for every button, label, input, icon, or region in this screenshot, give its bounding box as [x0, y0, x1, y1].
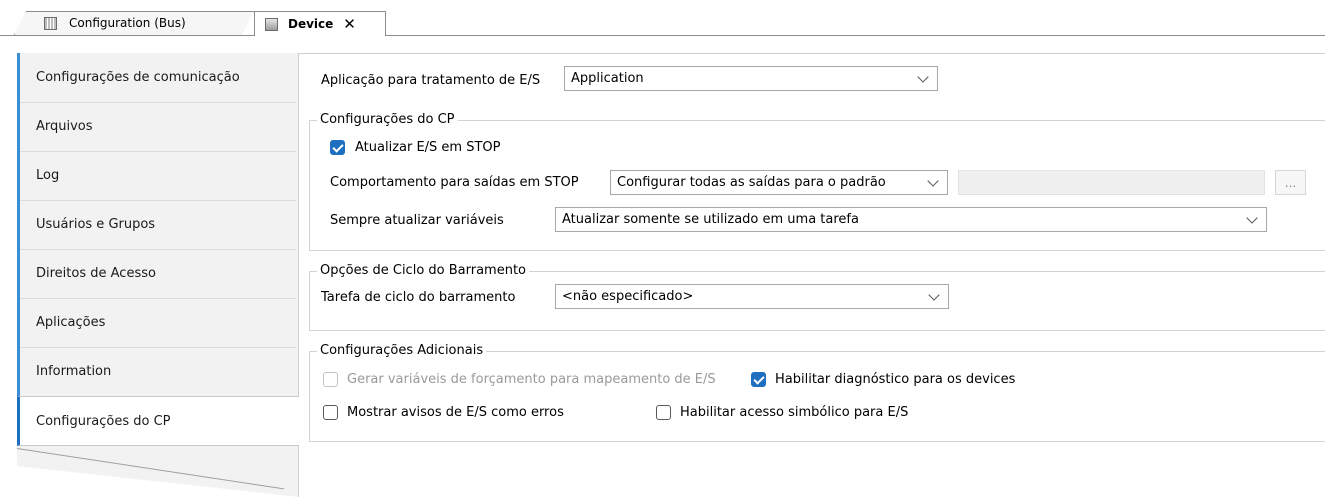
close-icon[interactable]: ✕ [343, 15, 356, 33]
sidebar-item-label: Information [36, 364, 112, 379]
tab-label: Configuration (Bus) [69, 16, 186, 30]
sidebar-item-users-groups[interactable]: Usuários e Grupos [17, 200, 299, 249]
bus-cycle-title: Opções de Ciclo do Barramento [317, 263, 530, 278]
app-io-value: Application [571, 71, 644, 86]
sidebar-item-applications[interactable]: Aplicações [17, 298, 299, 347]
sidebar-item-cp-settings[interactable]: Configurações do CP [17, 396, 299, 446]
symbolic-access-checkbox[interactable] [656, 405, 671, 420]
force-vars-label: Gerar variáveis de forçamento para mapea… [347, 372, 716, 387]
chevron-down-icon [927, 175, 939, 187]
bus-cycle-task-select[interactable]: <não especificado> [555, 284, 949, 309]
tab-device[interactable]: Device ✕ [254, 11, 386, 36]
always-update-value: Atualizar somente se utilizado em uma ta… [562, 212, 859, 227]
update-io-stop-label: Atualizar E/S em STOP [355, 140, 501, 155]
outputs-stop-value: Configurar todas as saídas para o padrão [617, 175, 886, 190]
tab-label: Device [288, 17, 334, 31]
sidebar-item-label: Configurações de comunicação [36, 70, 240, 85]
additional-settings-title: Configurações Adicionais [317, 343, 487, 358]
diag-label: Habilitar diagnóstico para os devices [775, 372, 1016, 387]
sidebar-item-log[interactable]: Log [17, 151, 299, 200]
tab-configuration-bus[interactable]: Configuration (Bus) [14, 11, 254, 35]
chevron-down-icon [1246, 212, 1258, 224]
sidebar-item-access-rights[interactable]: Direitos de Acesso [17, 249, 299, 298]
bus-cycle-task-label: Tarefa de ciclo do barramento [321, 290, 516, 305]
additional-settings-group [309, 351, 1325, 442]
chevron-down-icon [917, 71, 929, 83]
sidebar-item-label: Log [36, 168, 60, 183]
cp-settings-panel: Aplicação para tratamento de E/S Applica… [299, 53, 1325, 497]
default-value-field [958, 170, 1265, 195]
sidebar-item-information[interactable]: Information [17, 347, 299, 396]
update-io-stop-checkbox[interactable] [330, 140, 345, 155]
sidebar-item-label: Direitos de Acesso [36, 266, 156, 281]
diag-checkbox[interactable] [751, 372, 766, 387]
grid-document-icon [44, 16, 57, 30]
force-vars-checkbox[interactable] [323, 372, 338, 387]
sidebar-item-label: Arquivos [36, 119, 93, 134]
app-io-label: Aplicação para tratamento de E/S [321, 73, 541, 88]
sidebar-item-communication[interactable]: Configurações de comunicação [17, 53, 299, 102]
always-update-label: Sempre atualizar variáveis [330, 213, 504, 228]
outputs-stop-label: Comportamento para saídas em STOP [330, 175, 579, 190]
sidebar-item-label: Aplicações [36, 315, 106, 330]
sidebar-item-files[interactable]: Arquivos [17, 102, 299, 151]
cp-settings-title: Configurações do CP [317, 112, 458, 127]
chevron-down-icon [928, 289, 940, 301]
browse-button[interactable]: ... [1275, 170, 1306, 195]
sidebar-item-label: Usuários e Grupos [36, 217, 156, 232]
warnings-as-errors-checkbox[interactable] [323, 405, 338, 420]
editor-tab-strip: Configuration (Bus) Device ✕ [0, 0, 1325, 40]
settings-sidebar: Configurações de comunicação Arquivos Lo… [17, 53, 299, 446]
bus-cycle-task-value: <não especificado> [562, 289, 694, 304]
warnings-as-errors-label: Mostrar avisos de E/S como erros [347, 405, 564, 420]
symbolic-access-label: Habilitar acesso simbólico para E/S [680, 405, 909, 420]
sidebar-item-label: Configurações do CP [36, 413, 171, 429]
always-update-select[interactable]: Atualizar somente se utilizado em uma ta… [555, 207, 1267, 232]
outputs-stop-select[interactable]: Configurar todas as saídas para o padrão [610, 170, 948, 195]
device-icon [265, 17, 278, 31]
app-io-select[interactable]: Application [564, 66, 938, 91]
tab-strip-divider [0, 35, 1325, 36]
